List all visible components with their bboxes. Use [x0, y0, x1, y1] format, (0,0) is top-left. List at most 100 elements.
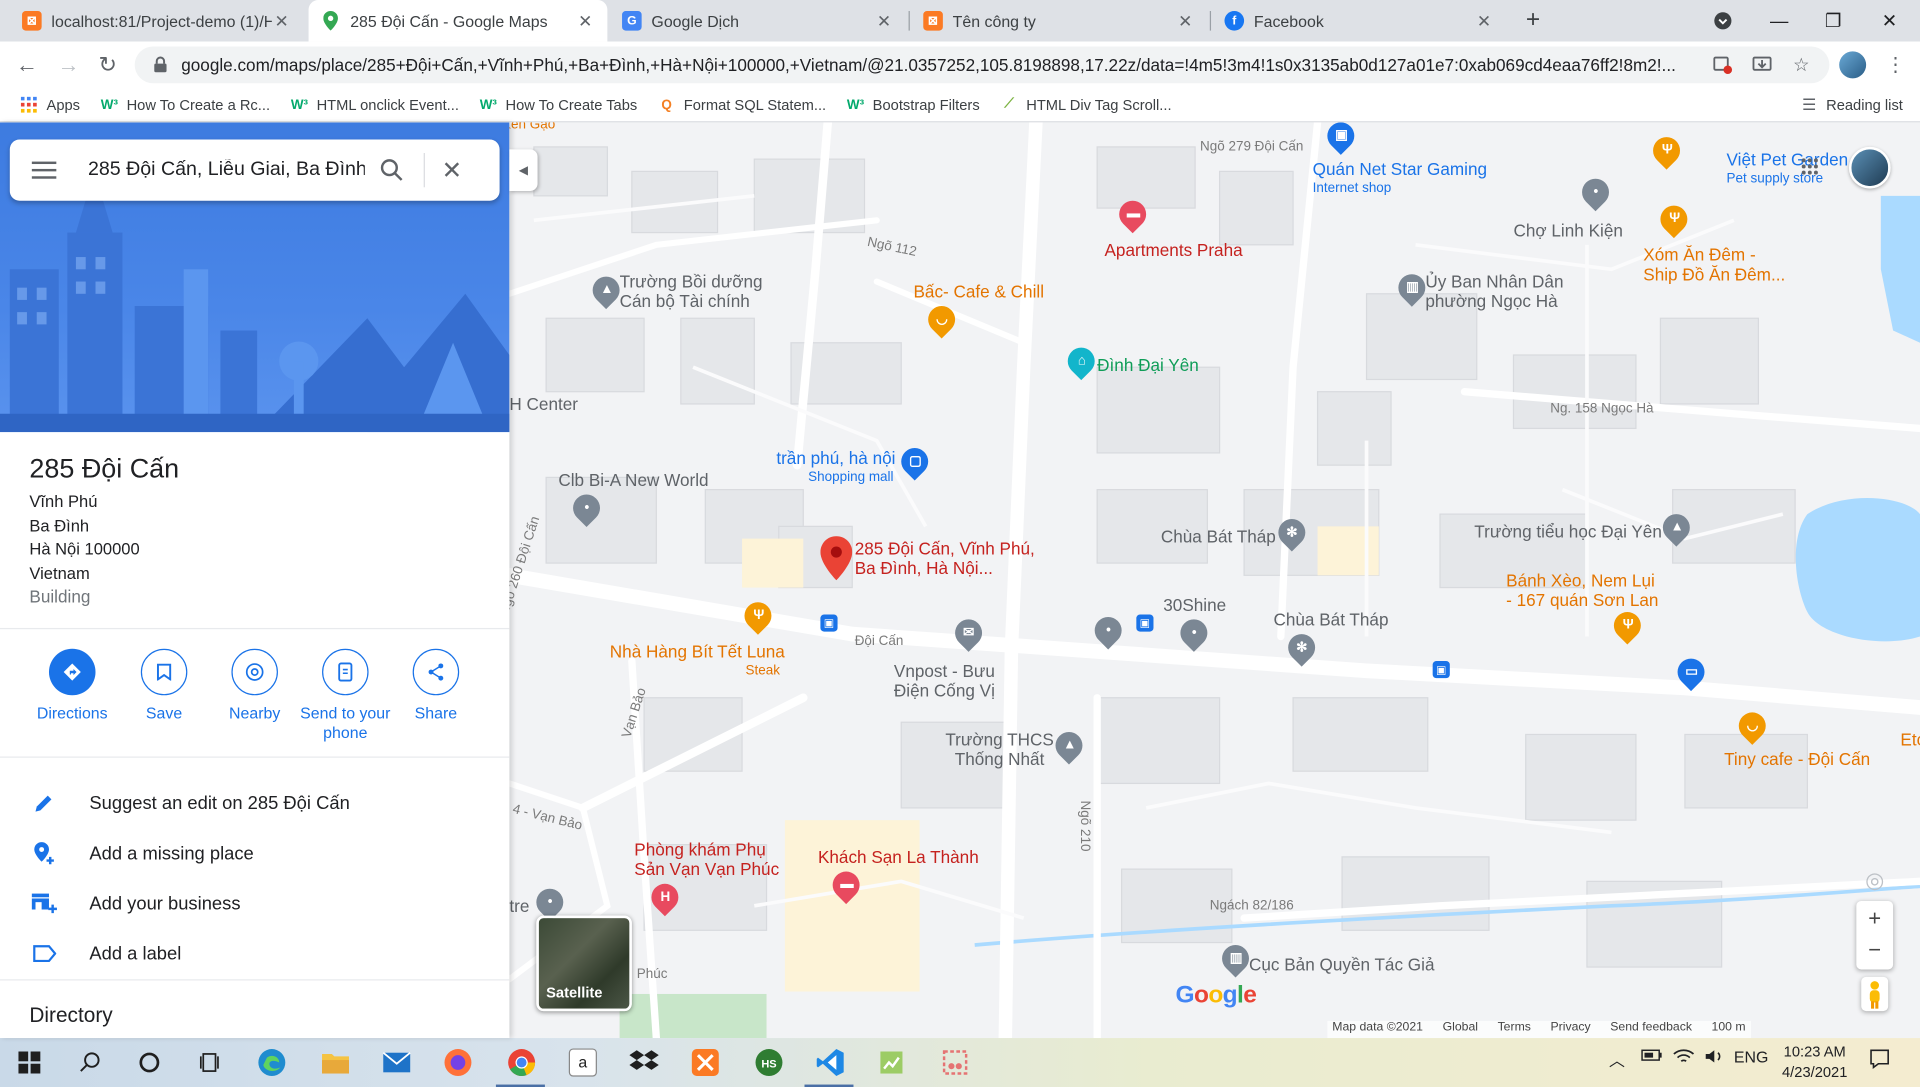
my-location-icon[interactable]: ◎ [1856, 864, 1893, 896]
restore-icon[interactable]: ❐ [1805, 0, 1861, 42]
chrome-icon[interactable] [504, 1045, 538, 1079]
place-label[interactable]: Nhà Hàng Bít Tết Luna Steak [610, 641, 785, 680]
bookmark-star-icon[interactable]: ☆ [1790, 54, 1812, 76]
place-label[interactable]: Clb Bi-A New World [558, 470, 708, 490]
place-label[interactable]: Ủy Ban Nhân Dân phường Ngọc Hà [1425, 272, 1563, 311]
search-icon[interactable] [370, 148, 414, 192]
bookmark-apps[interactable]: Apps [20, 96, 80, 113]
place-label[interactable]: Trường THCS Thống Nhất [945, 730, 1053, 769]
file-explorer-icon[interactable] [318, 1045, 352, 1079]
apps-grid-icon[interactable] [1800, 157, 1820, 177]
bus-stop-icon[interactable]: ▣ [1136, 614, 1154, 632]
forward-icon[interactable]: → [51, 48, 85, 82]
hs-app-icon[interactable]: HS [752, 1045, 786, 1079]
place-label[interactable]: Tiny cafe - Đội Cấn [1724, 749, 1870, 769]
close-icon[interactable]: ✕ [435, 153, 469, 187]
place-label[interactable]: H Center [509, 394, 578, 414]
privacy-link[interactable]: Privacy [1551, 1021, 1591, 1038]
share-button[interactable]: Share [387, 648, 485, 724]
install-app-icon[interactable] [1751, 54, 1773, 76]
tab-search-icon[interactable] [1695, 0, 1751, 42]
notepad-icon[interactable] [874, 1045, 908, 1079]
street-view-pegman-icon[interactable] [1861, 976, 1889, 1012]
blocked-popup-icon[interactable] [1712, 54, 1734, 76]
back-icon[interactable]: ← [10, 48, 44, 82]
place-label[interactable]: Chợ Linh Kiện [1513, 220, 1622, 240]
place-label[interactable]: tre [509, 896, 529, 916]
window-close-icon[interactable]: ✕ [1861, 0, 1917, 42]
place-label[interactable]: Khách Sạn La Thành [818, 847, 979, 867]
place-label[interactable]: Trường tiểu học Đại Yên [1474, 521, 1662, 541]
amazon-icon[interactable]: a [566, 1045, 600, 1079]
place-label[interactable]: Etc [1900, 730, 1920, 750]
task-view-icon[interactable] [193, 1045, 227, 1079]
tab-localhost[interactable]: ⊠ localhost:81/Project-demo (1)/Ho ✕ [10, 0, 304, 42]
windows-start-icon[interactable] [12, 1045, 46, 1079]
send-to-phone-button[interactable]: Send to your phone [296, 648, 394, 743]
close-icon[interactable]: ✕ [272, 10, 292, 31]
place-label[interactable]: trần phú, hà nội Shopping mall [776, 448, 895, 487]
place-label[interactable]: Vnpost - Bưu Điện Cống Vị [894, 661, 995, 700]
scale-bar[interactable]: 100 m [1712, 1021, 1746, 1038]
edge-icon[interactable] [255, 1045, 289, 1079]
send-feedback-link[interactable]: Send feedback [1610, 1021, 1692, 1038]
close-icon[interactable]: ✕ [1474, 10, 1494, 31]
mail-icon[interactable] [380, 1045, 414, 1079]
reading-list-button[interactable]: ☰ Reading list [1802, 95, 1903, 115]
add-business-row[interactable]: Add your business [0, 879, 509, 928]
tab-ten-cong-ty[interactable]: ⊠ Tên công ty ✕ [911, 0, 1207, 42]
satellite-layer-toggle[interactable]: Satellite [536, 915, 632, 1012]
menu-dots-icon[interactable]: ⋮ [1886, 53, 1906, 77]
tab-google-maps[interactable]: 285 Đội Cấn - Google Maps ✕ [308, 0, 608, 42]
xampp-icon[interactable] [688, 1045, 722, 1079]
save-button[interactable]: Save [115, 648, 213, 724]
selected-place-label[interactable]: 285 Đội Cấn, Vĩnh Phú, Ba Đình, Hà Nội..… [855, 539, 1039, 578]
vscode-icon[interactable] [813, 1045, 847, 1079]
battery-icon[interactable] [1641, 1048, 1663, 1066]
bookmark-w3schools[interactable]: W³ How To Create Tabs [479, 96, 638, 113]
add-missing-place-row[interactable]: Add a missing place [0, 829, 509, 878]
input-language[interactable]: ENG [1734, 1048, 1768, 1066]
tab-google-translate[interactable]: G Google Dịch ✕ [610, 0, 906, 42]
add-label-row[interactable]: Add a label [0, 929, 509, 978]
hamburger-menu-icon[interactable] [31, 157, 57, 184]
close-icon[interactable]: ✕ [576, 10, 596, 31]
bus-stop-icon[interactable]: ▣ [1432, 661, 1450, 679]
close-icon[interactable]: ✕ [874, 10, 894, 31]
bookmark-sql-format[interactable]: Q Format SQL Statem... [657, 96, 826, 113]
suggest-edit-row[interactable]: Suggest an edit on 285 Đội Cấn [0, 779, 509, 828]
place-label[interactable]: Chùa Bát Tháp [1161, 526, 1276, 546]
snipping-tool-icon[interactable] [938, 1045, 972, 1079]
place-label[interactable]: 30Shine [1163, 595, 1226, 615]
tab-facebook[interactable]: f Facebook ✕ [1212, 0, 1506, 42]
bookmark-w3schools[interactable]: W³ How To Create a Rc... [100, 96, 270, 113]
place-label[interactable]: Cục Bản Quyền Tác Giả [1249, 955, 1434, 975]
zoom-in-button[interactable]: + [1868, 901, 1881, 935]
place-label[interactable]: Chùa Bát Tháp [1273, 610, 1388, 630]
volume-icon[interactable] [1705, 1048, 1725, 1069]
user-avatar[interactable] [1848, 146, 1891, 189]
cortana-icon[interactable] [132, 1045, 166, 1079]
bookmark-w3schools[interactable]: W³ HTML onclick Event... [290, 96, 459, 113]
nearby-button[interactable]: Nearby [206, 648, 304, 724]
dropbox-icon[interactable] [627, 1045, 661, 1079]
map-region-link[interactable]: Global [1443, 1021, 1478, 1038]
place-label[interactable]: Bấc- Cafe & Chill [913, 282, 1044, 302]
bookmark-html-div[interactable]: ⟋ HTML Div Tag Scroll... [999, 96, 1171, 113]
place-label[interactable]: Trường Bồi dưỡng Cán bộ Tài chính [620, 272, 763, 311]
wifi-icon[interactable] [1673, 1048, 1695, 1069]
system-clock[interactable]: 10:23 AM 4/23/2021 [1776, 1042, 1854, 1084]
place-label[interactable]: Quán Net Star Gaming Internet shop [1313, 159, 1487, 198]
firefox-icon[interactable] [441, 1045, 475, 1079]
place-label[interactable]: Xóm Ăn Đêm - Ship Đồ Ăn Đêm... [1643, 245, 1785, 284]
place-label[interactable]: Phòng khám Phụ Sản Vạn Vạn Phúc [634, 840, 779, 879]
directions-button[interactable]: Directions [23, 648, 121, 724]
collapse-panel-button[interactable]: ◀ [509, 149, 538, 191]
selected-place-pin[interactable] [820, 536, 853, 581]
terms-link[interactable]: Terms [1498, 1021, 1531, 1038]
search-icon[interactable] [73, 1045, 107, 1079]
place-label[interactable]: Apartments Praha [1104, 240, 1242, 260]
close-icon[interactable]: ✕ [1176, 10, 1196, 31]
zoom-out-button[interactable]: − [1868, 935, 1881, 969]
place-label[interactable]: Đình Đại Yên [1097, 355, 1199, 375]
